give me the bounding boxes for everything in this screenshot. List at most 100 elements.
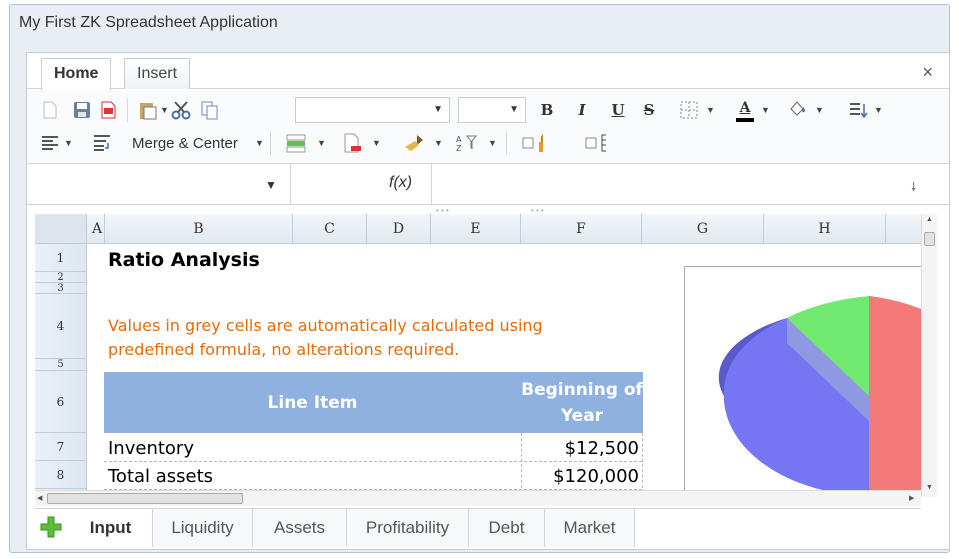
column-header-a[interactable]: A: [87, 214, 105, 244]
cell-total-assets-value[interactable]: $120,000: [523, 466, 639, 487]
function-label[interactable]: f(x): [389, 174, 412, 192]
note-text[interactable]: Values in grey cells are automatically c…: [108, 314, 543, 362]
note-line-2: predefined formula, no alterations requi…: [108, 340, 460, 359]
sheet-tab-liquidity[interactable]: Liquidity: [153, 509, 253, 547]
font-color-button[interactable]: A: [734, 97, 756, 119]
scroll-right-icon[interactable]: ▶: [909, 494, 914, 502]
row-header-6[interactable]: 6: [35, 371, 87, 433]
cell-total-assets-label[interactable]: Total assets: [108, 466, 213, 487]
cell-grid[interactable]: A B C D E F G H 1 2 3 4 5 6 7 8 Ratio An…: [35, 214, 921, 490]
delete-cells-icon[interactable]: [341, 132, 363, 154]
merge-dropdown-icon[interactable]: ▼: [255, 138, 264, 148]
chevron-down-icon[interactable]: ▼: [265, 178, 277, 192]
fill-color-dropdown-icon[interactable]: ▼: [815, 105, 824, 115]
app-window: My First ZK Spreadsheet Application Home…: [9, 4, 950, 553]
vertical-align-icon[interactable]: [847, 99, 869, 121]
font-color-dropdown-icon[interactable]: ▼: [761, 105, 770, 115]
font-family-select[interactable]: ▼: [295, 97, 450, 123]
protect-sheet-icon[interactable]: [521, 132, 543, 154]
gridlines-icon[interactable]: [584, 132, 606, 154]
svg-text:A: A: [456, 135, 462, 144]
paste-icon[interactable]: [137, 99, 159, 121]
row-header-1[interactable]: 1: [35, 244, 87, 272]
tab-insert[interactable]: Insert: [124, 58, 191, 89]
new-file-icon[interactable]: [39, 99, 61, 121]
vertical-scroll-thumb[interactable]: [924, 232, 935, 246]
vertical-scrollbar[interactable]: ▲ ▼: [921, 214, 937, 497]
horizontal-align-dropdown-icon[interactable]: ▼: [64, 138, 73, 148]
save-icon[interactable]: [71, 99, 93, 121]
header-beginning-line-1: Beginning of: [521, 379, 643, 400]
column-header-h[interactable]: H: [764, 214, 886, 244]
divider: [431, 164, 432, 204]
merge-center-label: Merge & Center: [132, 134, 238, 152]
cell-border: [642, 433, 643, 490]
bold-button[interactable]: B: [536, 99, 558, 121]
header-beginning-of-year[interactable]: Beginning of Year: [521, 372, 643, 433]
sheet-tab-input[interactable]: Input: [69, 509, 153, 547]
font-size-select[interactable]: ▼: [458, 97, 526, 123]
clear-dropdown-icon[interactable]: ▼: [434, 138, 443, 148]
horizontal-scrollbar[interactable]: ◀ ▶: [35, 490, 921, 506]
separator: [127, 98, 128, 122]
sheet-tab-market[interactable]: Market: [545, 509, 635, 547]
column-header-b[interactable]: B: [105, 214, 293, 244]
copy-icon[interactable]: [199, 99, 221, 121]
export-pdf-icon[interactable]: [97, 99, 119, 121]
column-header-c[interactable]: C: [293, 214, 367, 244]
delete-dropdown-icon[interactable]: ▼: [372, 138, 381, 148]
row-header-4[interactable]: 4: [35, 294, 87, 359]
header-line-item[interactable]: Line Item: [104, 372, 521, 433]
sort-filter-icon[interactable]: AZ: [455, 132, 477, 154]
underline-button[interactable]: U: [607, 99, 629, 121]
cell-inventory-value[interactable]: $12,500: [523, 438, 639, 459]
sheet-tab-assets[interactable]: Assets: [253, 509, 347, 547]
column-header-g[interactable]: G: [642, 214, 764, 244]
horizontal-scroll-thumb[interactable]: [47, 493, 243, 504]
column-header-f[interactable]: F: [521, 214, 642, 244]
sort-dropdown-icon[interactable]: ▼: [488, 138, 497, 148]
borders-icon[interactable]: [678, 99, 700, 121]
sheet-tab-debt[interactable]: Debt: [469, 509, 545, 547]
row-header-3[interactable]: 3: [35, 283, 87, 294]
strikethrough-button[interactable]: S: [638, 99, 660, 121]
row-header-2[interactable]: 2: [35, 272, 87, 283]
wrap-text-icon[interactable]: [91, 132, 113, 154]
insert-dropdown-icon[interactable]: ▼: [317, 138, 326, 148]
cell-inventory-label[interactable]: Inventory: [108, 438, 194, 459]
tab-home[interactable]: Home: [41, 58, 112, 90]
sheet-tab-profitability[interactable]: Profitability: [347, 509, 469, 547]
sheet-title[interactable]: Ratio Analysis: [108, 249, 260, 271]
scroll-up-icon[interactable]: ▲: [926, 216, 933, 223]
separator: [506, 131, 507, 155]
cut-icon[interactable]: [170, 99, 192, 121]
insert-cells-icon[interactable]: [285, 132, 307, 154]
expand-formula-icon[interactable]: 🠗: [911, 178, 916, 199]
name-box[interactable]: ▼: [27, 164, 291, 204]
add-sheet-icon[interactable]: [39, 515, 63, 539]
chevron-down-icon: ▼: [509, 104, 519, 115]
pie-chart[interactable]: [684, 266, 921, 490]
merge-center-button[interactable]: Merge & Center: [132, 132, 238, 154]
scroll-left-icon[interactable]: ◀: [37, 494, 42, 502]
column-header-e[interactable]: E: [431, 214, 521, 244]
borders-dropdown-icon[interactable]: ▼: [706, 105, 715, 115]
fill-color-icon[interactable]: [786, 98, 808, 120]
horizontal-align-icon[interactable]: [39, 132, 61, 154]
clear-brush-icon[interactable]: [403, 132, 425, 154]
formula-input[interactable]: [437, 164, 897, 204]
column-header-next[interactable]: [886, 214, 921, 244]
vertical-align-dropdown-icon[interactable]: ▼: [874, 105, 883, 115]
close-icon[interactable]: ×: [922, 62, 933, 83]
ribbon-tabs: Home Insert ×: [27, 53, 949, 90]
italic-button[interactable]: I: [571, 99, 593, 121]
select-all-corner[interactable]: [35, 214, 87, 244]
paste-dropdown-icon[interactable]: ▼: [160, 105, 169, 115]
column-header-d[interactable]: D: [367, 214, 431, 244]
row-header-7[interactable]: 7: [35, 433, 87, 461]
sheet-tab-bar: Input Liquidity Assets Profitability Deb…: [35, 508, 921, 548]
chevron-down-icon: ▼: [433, 104, 443, 115]
scroll-down-icon[interactable]: ▼: [926, 484, 933, 491]
row-header-5[interactable]: 5: [35, 359, 87, 371]
row-header-8[interactable]: 8: [35, 461, 87, 489]
